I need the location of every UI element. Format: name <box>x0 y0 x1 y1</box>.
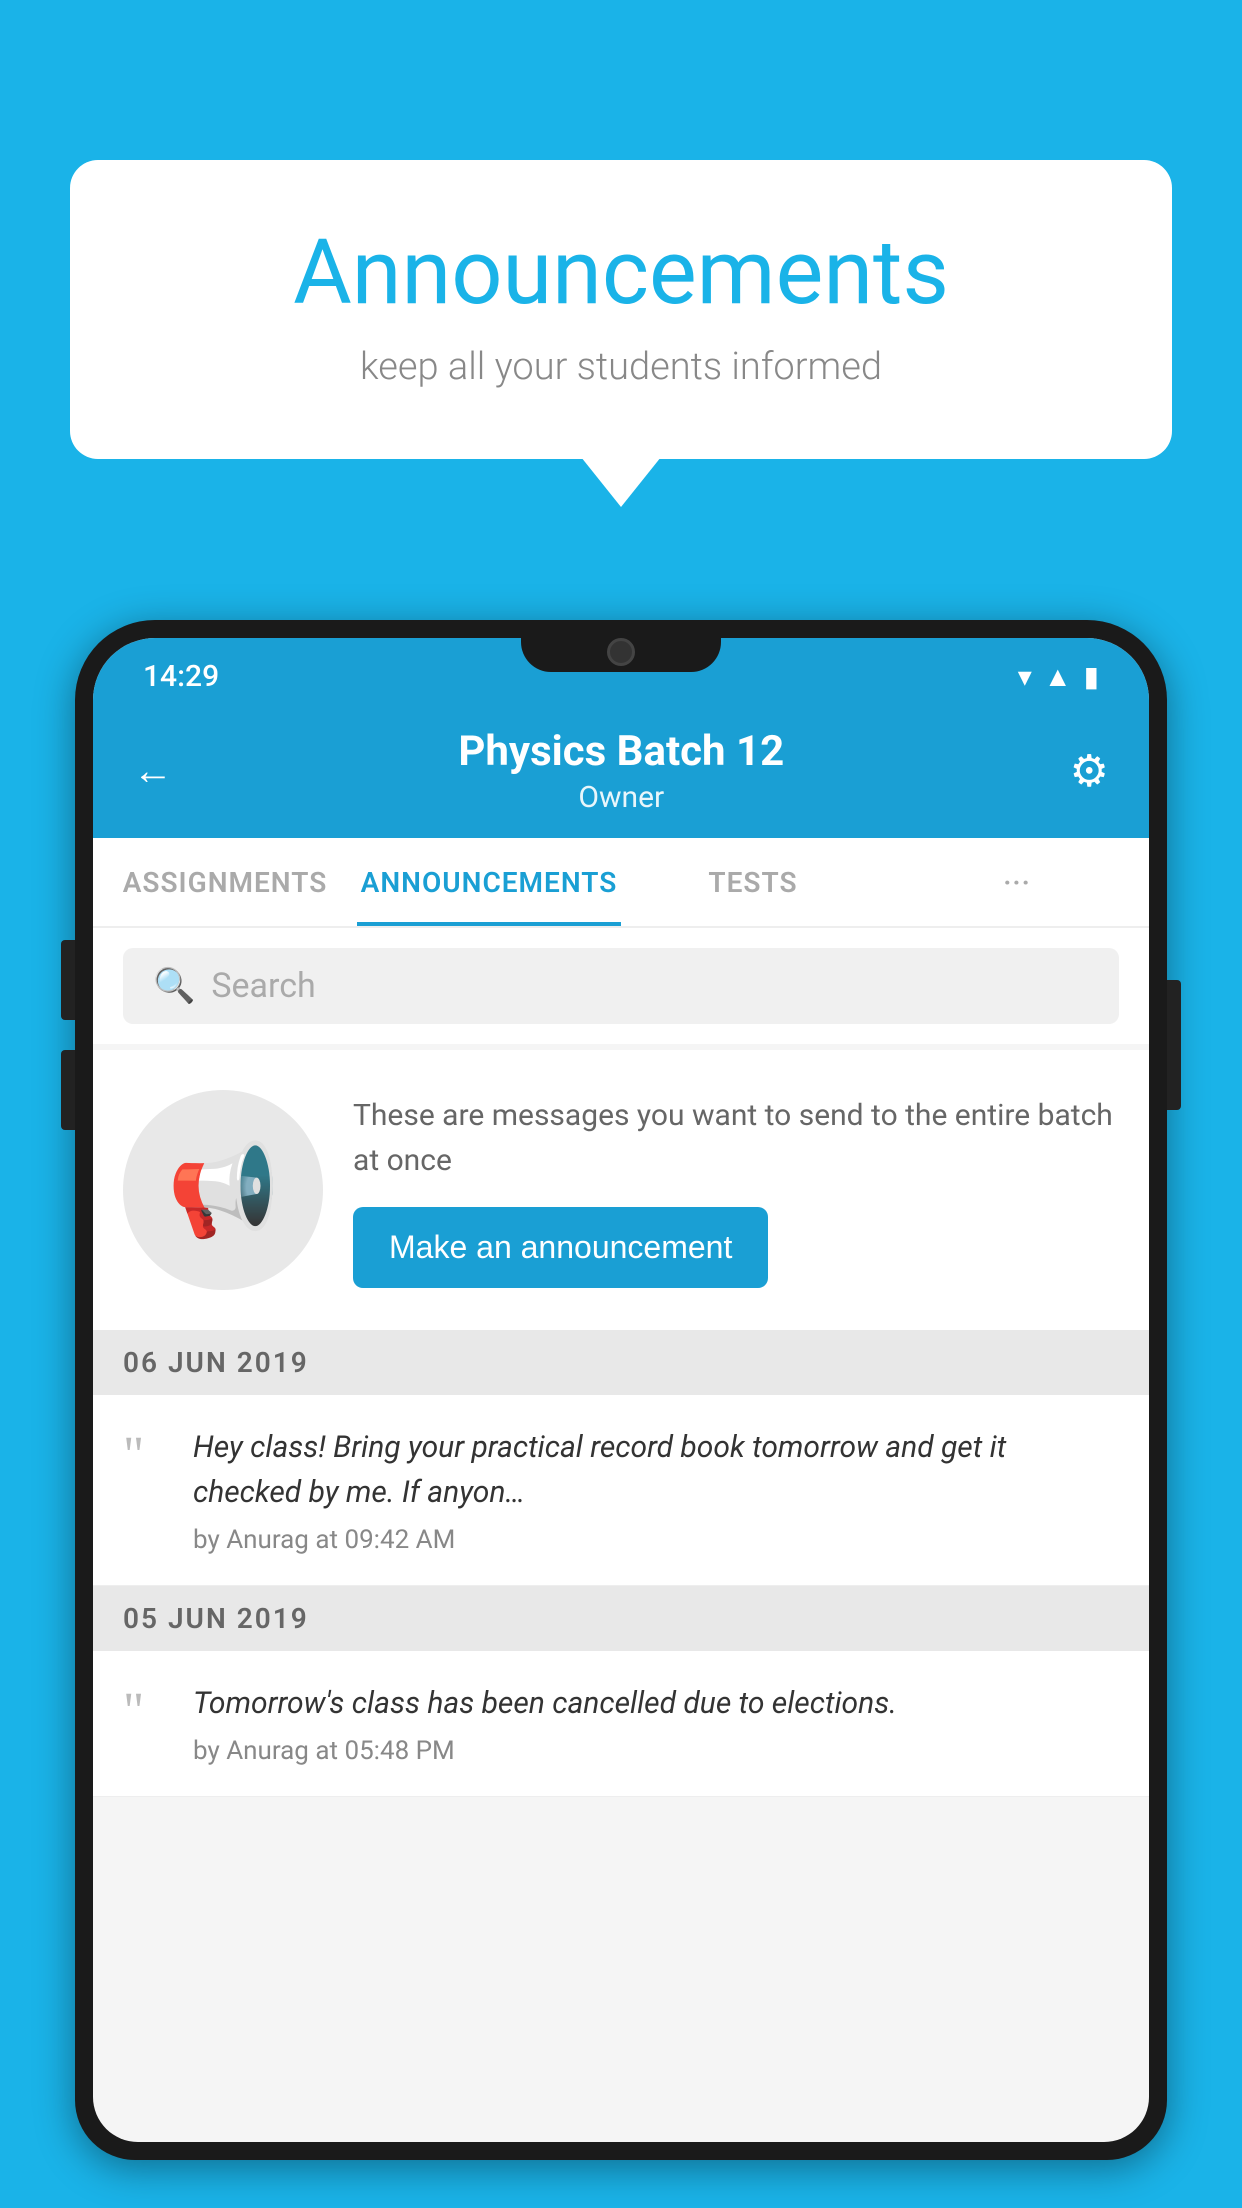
phone-mockup: 14:29 ▾ ▲ ▮ ← Physics Batch 12 Owner ⚙ <box>75 620 1167 2208</box>
announcement-text-2: Tomorrow's class has been cancelled due … <box>193 1681 1119 1726</box>
app-header: ← Physics Batch 12 Owner ⚙ <box>93 708 1149 838</box>
tab-assignments[interactable]: ASSIGNMENTS <box>93 838 357 926</box>
search-bar[interactable]: 🔍 Search <box>123 948 1119 1024</box>
signal-icon: ▲ <box>1044 660 1072 693</box>
phone-button-vol-down <box>61 1050 75 1130</box>
phone-camera <box>607 638 635 666</box>
phone-button-power <box>1167 980 1181 1110</box>
bubble-subtitle: keep all your students informed <box>150 345 1092 389</box>
date-separator-june5: 05 JUN 2019 <box>93 1586 1149 1651</box>
prompt-description: These are messages you want to send to t… <box>353 1093 1119 1183</box>
bubble-title: Announcements <box>150 220 1092 325</box>
megaphone-circle: 📢 <box>123 1090 323 1290</box>
date-separator-june6: 06 JUN 2019 <box>93 1330 1149 1395</box>
tabs-bar: ASSIGNMENTS ANNOUNCEMENTS TESTS ··· <box>93 838 1149 928</box>
wifi-icon: ▾ <box>1018 660 1032 693</box>
header-center: Physics Batch 12 Owner <box>458 727 784 815</box>
gear-icon[interactable]: ⚙ <box>1070 745 1109 797</box>
announcement-author-2: by Anurag at 05:48 PM <box>193 1736 1119 1766</box>
speech-bubble: Announcements keep all your students inf… <box>70 160 1172 459</box>
make-announcement-button[interactable]: Make an announcement <box>353 1207 768 1288</box>
announcement-author-1: by Anurag at 09:42 AM <box>193 1525 1119 1555</box>
quote-icon-2: " <box>123 1686 173 1738</box>
announcement-item-2[interactable]: " Tomorrow's class has been cancelled du… <box>93 1651 1149 1797</box>
tab-announcements[interactable]: ANNOUNCEMENTS <box>357 838 621 926</box>
search-container: 🔍 Search <box>93 928 1149 1044</box>
batch-title: Physics Batch 12 <box>458 727 784 776</box>
tab-tests[interactable]: TESTS <box>621 838 885 926</box>
phone-screen: 14:29 ▾ ▲ ▮ ← Physics Batch 12 Owner ⚙ <box>93 638 1149 2142</box>
back-button[interactable]: ← <box>133 747 173 794</box>
status-icons: ▾ ▲ ▮ <box>1018 660 1099 693</box>
owner-label: Owner <box>458 780 784 815</box>
phone-notch <box>521 620 721 672</box>
announcement-item-1[interactable]: " Hey class! Bring your practical record… <box>93 1395 1149 1586</box>
phone-outer: 14:29 ▾ ▲ ▮ ← Physics Batch 12 Owner ⚙ <box>75 620 1167 2160</box>
announcement-prompt: 📢 These are messages you want to send to… <box>93 1050 1149 1330</box>
megaphone-icon: 📢 <box>167 1138 279 1243</box>
tab-more[interactable]: ··· <box>885 838 1149 926</box>
announcement-content-1: Hey class! Bring your practical record b… <box>193 1425 1119 1555</box>
search-icon: 🔍 <box>153 966 195 1006</box>
status-time: 14:29 <box>143 659 219 694</box>
quote-icon-1: " <box>123 1430 173 1482</box>
announcement-content-2: Tomorrow's class has been cancelled due … <box>193 1681 1119 1766</box>
announcement-text-1: Hey class! Bring your practical record b… <box>193 1425 1119 1515</box>
speech-bubble-section: Announcements keep all your students inf… <box>70 160 1172 459</box>
phone-button-vol-up <box>61 940 75 1020</box>
battery-icon: ▮ <box>1084 660 1099 693</box>
search-placeholder: Search <box>211 966 315 1006</box>
prompt-right: These are messages you want to send to t… <box>353 1093 1119 1288</box>
